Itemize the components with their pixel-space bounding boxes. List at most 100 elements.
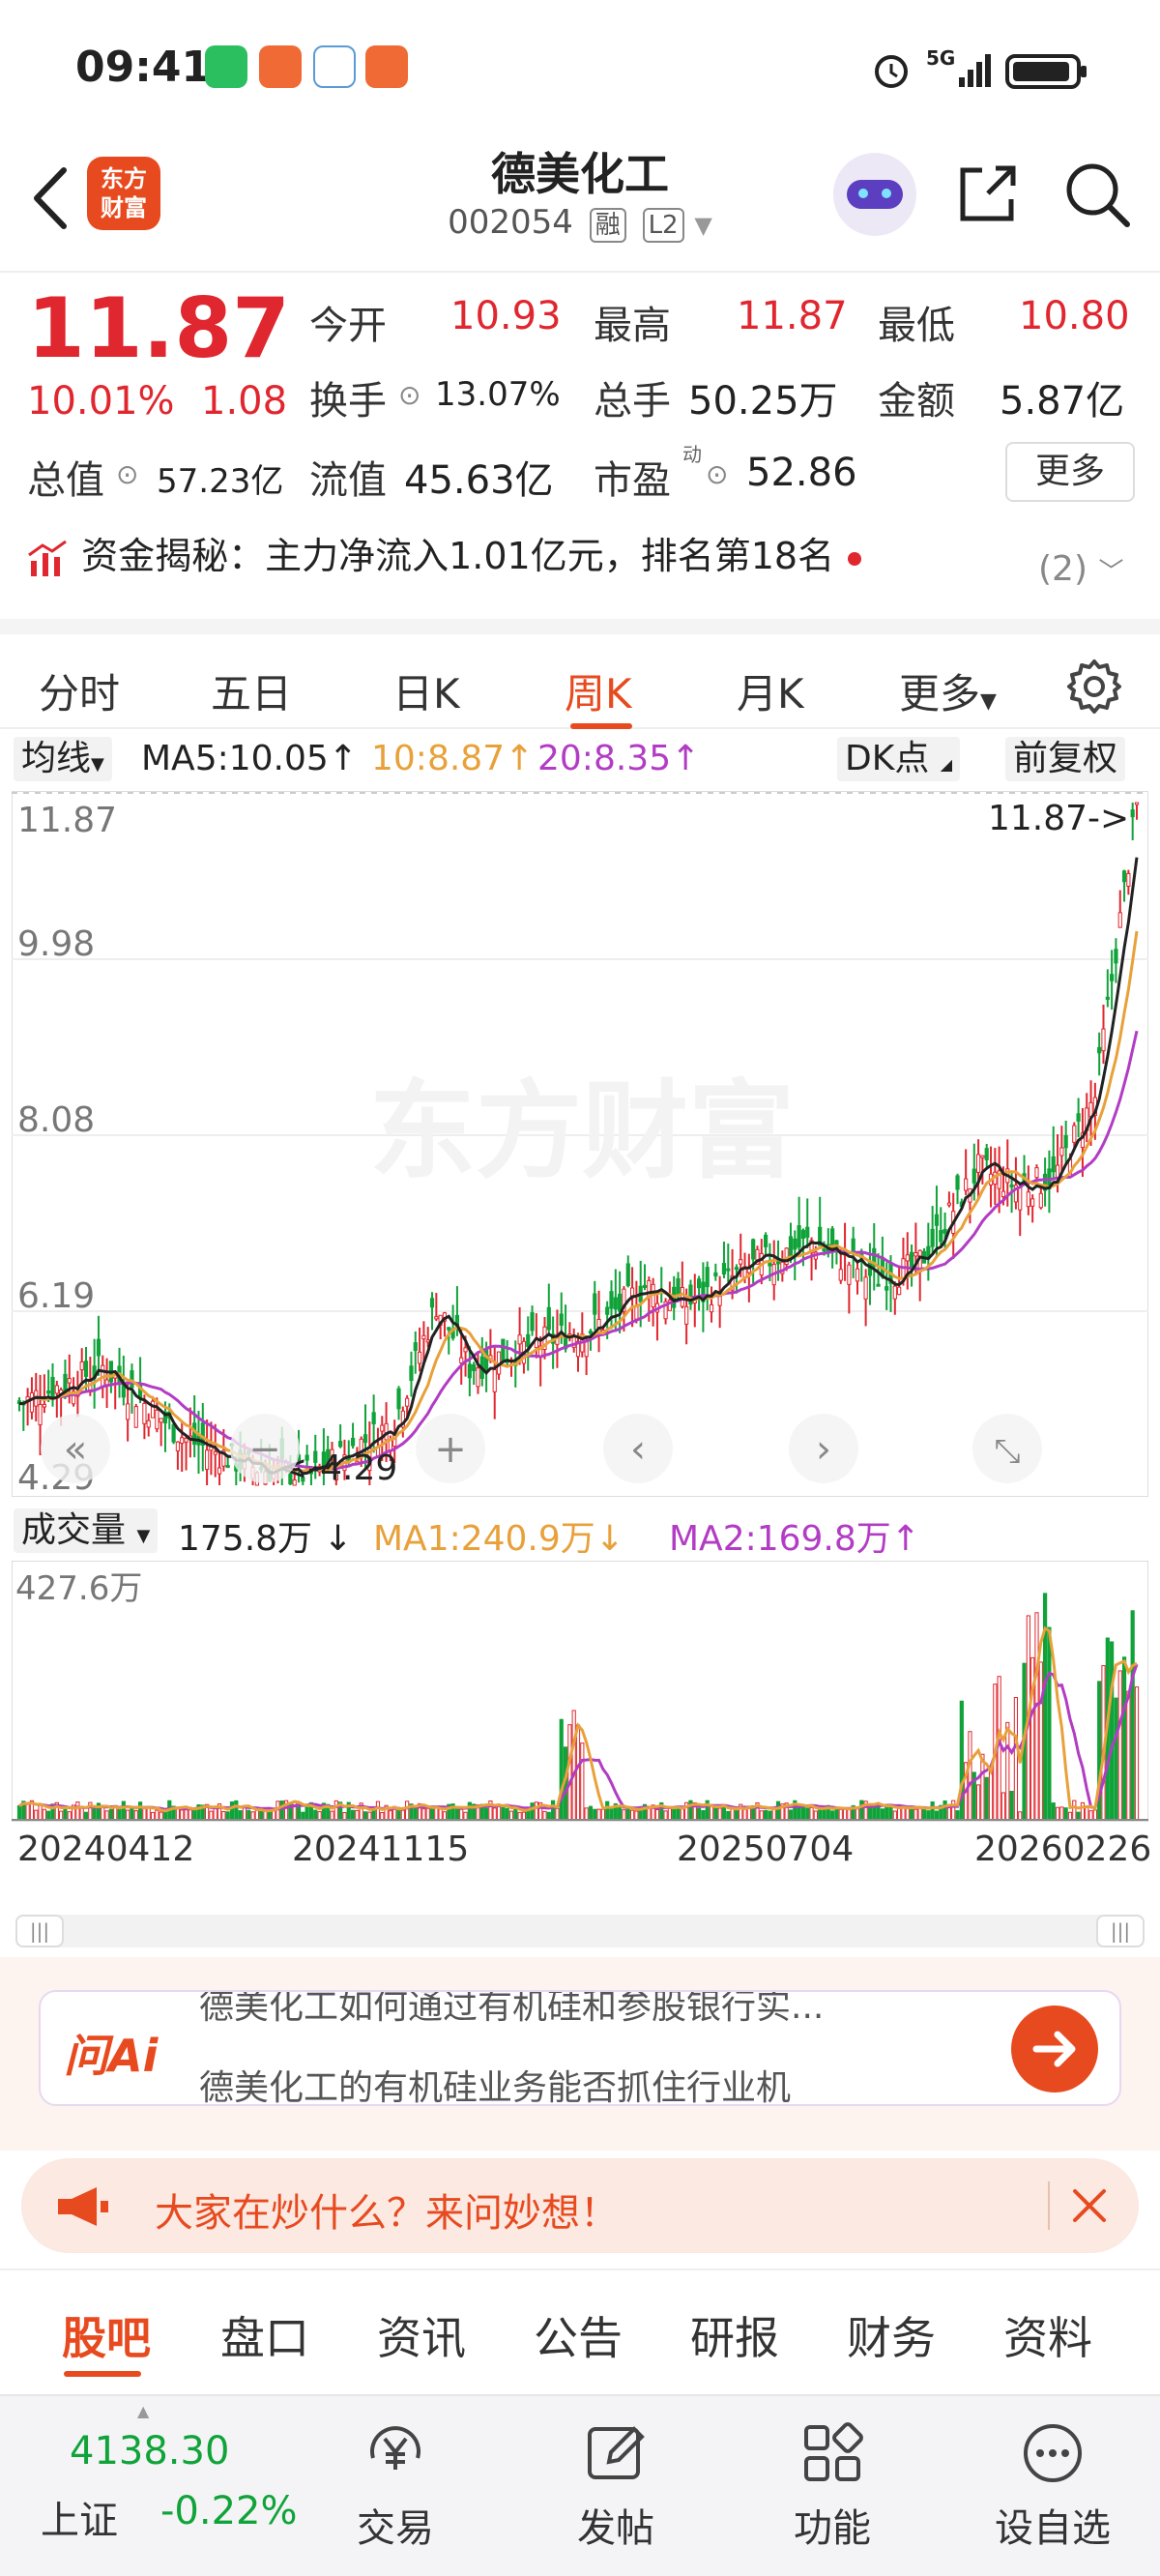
ma-select[interactable]: 均线▼	[14, 737, 112, 781]
candle-body	[696, 1278, 702, 1289]
tab-weekly-k[interactable]: 周K	[565, 661, 632, 720]
candle-body	[425, 1339, 430, 1343]
svg-text:+: +	[434, 1427, 467, 1472]
volume-bar	[375, 1800, 381, 1821]
candle-body	[847, 1264, 852, 1285]
volume-bar	[159, 1811, 163, 1821]
active-tab-indicator	[570, 723, 632, 729]
volume-bar	[276, 1800, 280, 1821]
ma10-value: 10:8.87↑	[371, 739, 535, 778]
index-value: 4138.30	[70, 2429, 230, 2474]
edit-icon	[588, 2426, 645, 2479]
candle-body	[83, 1361, 89, 1377]
volume-bar	[734, 1810, 740, 1821]
alarm-icon	[875, 55, 908, 88]
volume-bar	[421, 1808, 426, 1821]
candle-body	[1055, 1164, 1060, 1179]
volume-bar	[1018, 1811, 1023, 1821]
close-icon[interactable]	[1069, 2185, 1110, 2226]
candle-body	[133, 1406, 138, 1428]
date-label-3: 20250704	[677, 1830, 855, 1869]
tab-finance[interactable]: 财务	[847, 2303, 936, 2367]
volume-bar	[180, 1809, 185, 1821]
volume-bar	[454, 1806, 460, 1821]
tab-profile[interactable]: 资料	[1003, 2303, 1092, 2367]
candle-body	[130, 1370, 134, 1389]
volume-bar	[1134, 1686, 1140, 1821]
tab-daily-k[interactable]: 日K	[392, 661, 460, 720]
info-icon[interactable]: ⊙	[398, 379, 420, 411]
adjust-select[interactable]: 前复权	[1005, 737, 1126, 781]
settings-gear-icon[interactable]	[1065, 658, 1123, 716]
share-icon[interactable]	[953, 161, 1021, 228]
search-icon[interactable]	[1061, 159, 1133, 230]
candlestick-chart[interactable]: 东方财富 11.87 9.98 8.08 6.19 4.29 11.87-> <…	[12, 791, 1148, 1497]
tab-intraday[interactable]: 分时	[39, 661, 120, 720]
tab-news[interactable]: 资讯	[377, 2303, 466, 2367]
tab-guba[interactable]: 股吧	[62, 2303, 151, 2367]
info-icon[interactable]: ⊙	[706, 458, 728, 490]
candle-body	[838, 1269, 843, 1281]
candle-body	[46, 1390, 51, 1394]
volume-bar	[1117, 1670, 1122, 1821]
ai-go-button[interactable]	[1011, 2005, 1098, 2093]
candle-body	[434, 1316, 439, 1320]
volume-bar	[1000, 1792, 1006, 1821]
fund-label: 资金揭秘：	[81, 535, 266, 577]
bar-chart-icon	[28, 540, 67, 576]
volume-bar	[1076, 1811, 1081, 1821]
volume-bar	[605, 1800, 610, 1821]
volume-bar	[1088, 1810, 1093, 1821]
info-icon[interactable]: ⊙	[116, 458, 138, 490]
promo-banner[interactable]: 大家在炒什么？来问妙想！	[21, 2158, 1139, 2253]
tab-pankou[interactable]: 盘口	[220, 2303, 309, 2367]
volume-bar	[484, 1807, 489, 1821]
index-ticker[interactable]: ▲ 4138.30 上证 -0.22%	[0, 2396, 309, 2576]
candle-body	[1126, 872, 1131, 887]
candle-body	[463, 1347, 468, 1353]
tab-research[interactable]: 研报	[690, 2303, 779, 2367]
candle-body	[38, 1403, 43, 1425]
volume-chart[interactable]: 427.6万	[12, 1561, 1148, 1822]
candle-body	[980, 1155, 985, 1158]
candle-body	[421, 1334, 426, 1340]
max-price-marker: 11.87->	[988, 799, 1129, 838]
chevron-down-icon[interactable]: ▼	[694, 212, 711, 239]
volume-bar	[238, 1810, 243, 1821]
fund-flow-row[interactable]: 资金揭秘：主力净流入1.01亿元，排名第18名	[27, 526, 862, 579]
ai-question-1[interactable]: 德美化工如何通过有机硅和参股银行实...	[199, 1992, 824, 2029]
fund-count[interactable]: (2) ﹀	[1038, 549, 1123, 589]
fund-text: 主力净流入1.01亿元，排名第18名	[265, 535, 835, 577]
ai-robot-icon[interactable]	[833, 153, 916, 236]
volume-bar	[505, 1807, 509, 1821]
candle-body	[975, 1154, 981, 1173]
candle-body	[914, 1252, 918, 1257]
candle-body	[1018, 1186, 1023, 1211]
volume-bar	[79, 1806, 84, 1821]
volume-bar	[25, 1802, 30, 1821]
tab-more[interactable]: 更多▼	[899, 661, 997, 720]
volume-bar	[584, 1807, 589, 1821]
tab-announcements[interactable]: 公告	[534, 2303, 623, 2367]
volume-bar	[800, 1806, 806, 1821]
dk-point-select[interactable]: DK点 ◢	[837, 737, 961, 781]
ai-question-2[interactable]: 德美化工的有机硅业务能否抓住行业机	[199, 2060, 791, 2104]
range-scrollbar[interactable]: ||| |||	[15, 1915, 1145, 1947]
tab-five-day[interactable]: 五日	[211, 661, 292, 720]
volume-bar	[546, 1811, 551, 1821]
volume-select[interactable]: 成交量 ▼	[14, 1508, 159, 1553]
range-handle-left[interactable]: |||	[15, 1915, 64, 1947]
ai-question-box[interactable]: 问Ai 德美化工如何通过有机硅和参股银行实... 德美化工的有机硅业务能否抓住行…	[39, 1990, 1121, 2106]
index-name: 上证	[41, 2499, 118, 2543]
range-handle-right[interactable]: |||	[1096, 1915, 1145, 1947]
amount-value: 5.87亿	[1000, 379, 1125, 424]
candle-body	[559, 1313, 564, 1326]
volume-bar	[425, 1807, 430, 1821]
ai-section: 问Ai 德美化工如何通过有机硅和参股银行实... 德美化工的有机硅业务能否抓住行…	[0, 1957, 1160, 2151]
volume-bar	[330, 1810, 334, 1821]
more-button[interactable]: 更多	[1005, 442, 1135, 502]
margin-tag: 融	[589, 208, 626, 243]
tab-monthly-k[interactable]: 月K	[737, 661, 804, 720]
volume-bar	[530, 1802, 535, 1821]
volume-bar	[805, 1807, 810, 1821]
